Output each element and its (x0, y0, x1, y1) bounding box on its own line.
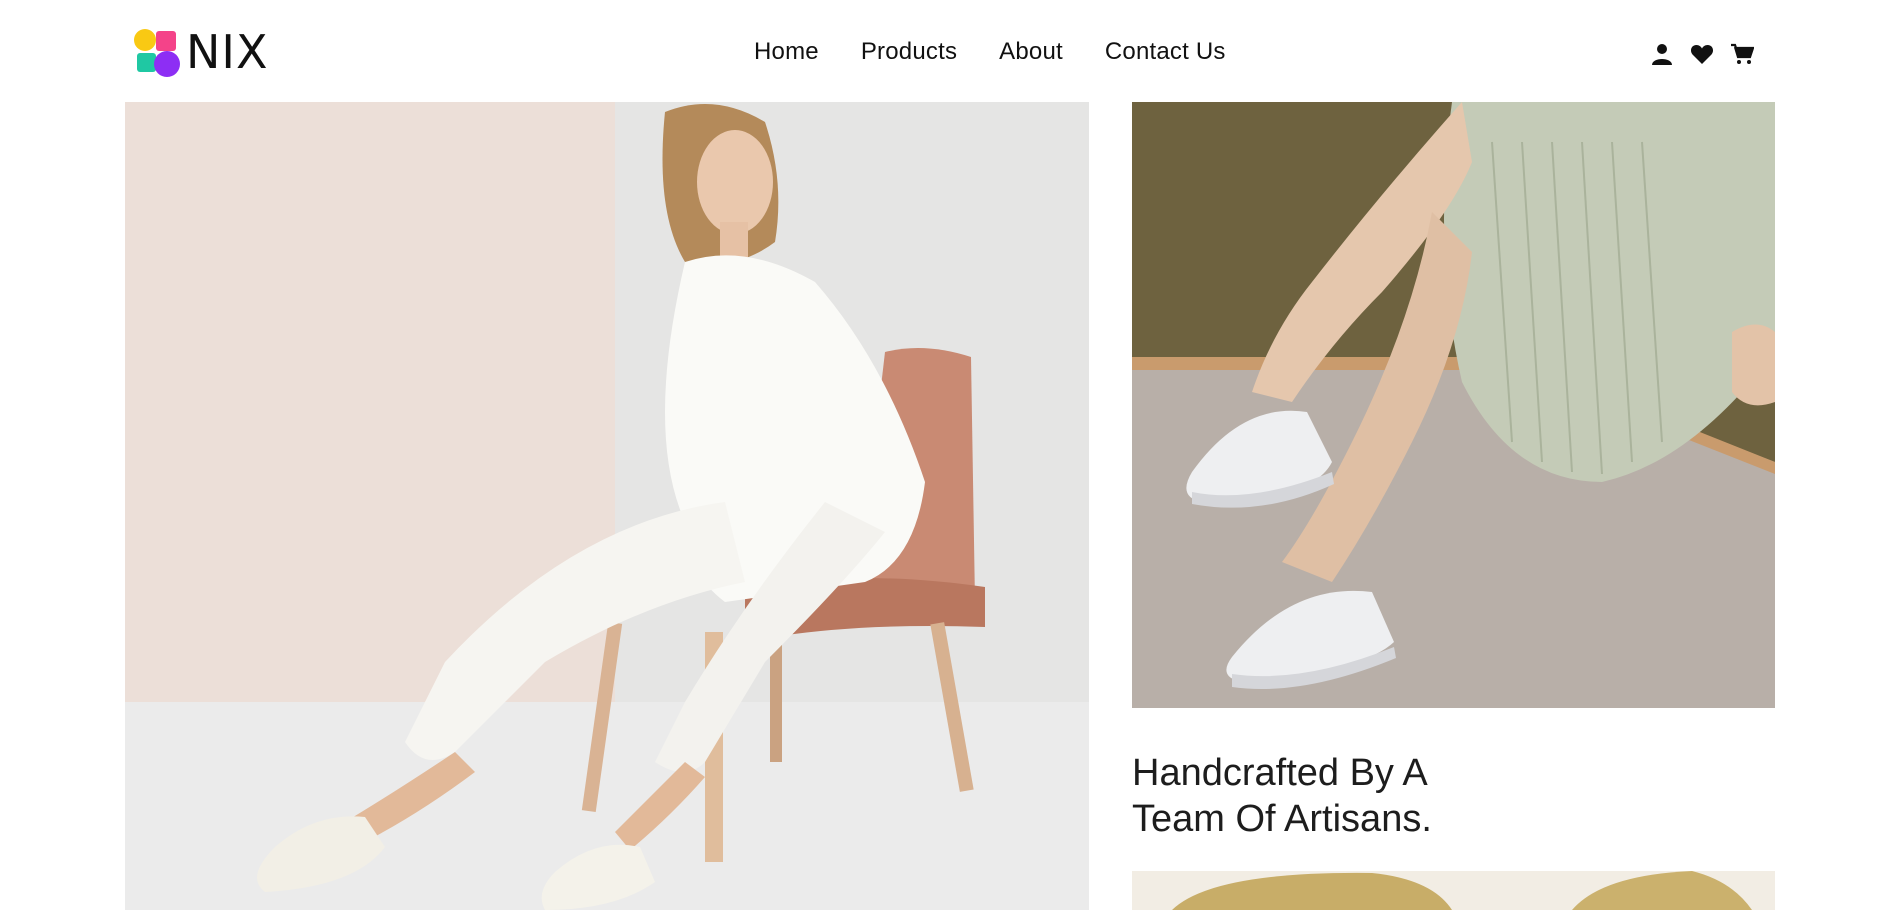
cart-icon[interactable] (1730, 42, 1754, 66)
hero-image-woman-on-chair (125, 102, 1089, 910)
main-nav: Home Products About Contact Us (754, 38, 1226, 66)
nav-contact-us[interactable]: Contact Us (1105, 38, 1226, 66)
user-icon[interactable] (1650, 42, 1674, 66)
tagline-line-2: Team Of Artisans. (1132, 798, 1432, 840)
nav-products[interactable]: Products (861, 38, 957, 66)
tagline-line-1: Handcrafted By A (1132, 752, 1428, 794)
header-icons (1650, 42, 1754, 66)
logo-yellow-dot (134, 29, 156, 51)
nav-about[interactable]: About (999, 38, 1063, 66)
feature-image-sneakers (1132, 102, 1775, 708)
logo-pink-square (156, 31, 176, 51)
logo-mark-icon (132, 27, 182, 77)
brand-logo[interactable]: NIX (132, 26, 269, 78)
feature-image-bottom (1132, 871, 1775, 910)
bottom-image-illustration (1132, 871, 1775, 910)
heart-icon[interactable] (1690, 42, 1714, 66)
nav-home[interactable]: Home (754, 38, 819, 66)
feature-tagline: Handcrafted By A Team Of Artisans. (1132, 750, 1632, 842)
page: NIX Home Products About Contact Us Handc… (0, 0, 1895, 910)
logo-purple-dot (154, 51, 180, 77)
site-header: NIX Home Products About Contact Us (0, 0, 1895, 102)
sneakers-illustration (1132, 102, 1775, 708)
hero-illustration (125, 102, 1089, 910)
brand-name: NIX (186, 25, 269, 79)
